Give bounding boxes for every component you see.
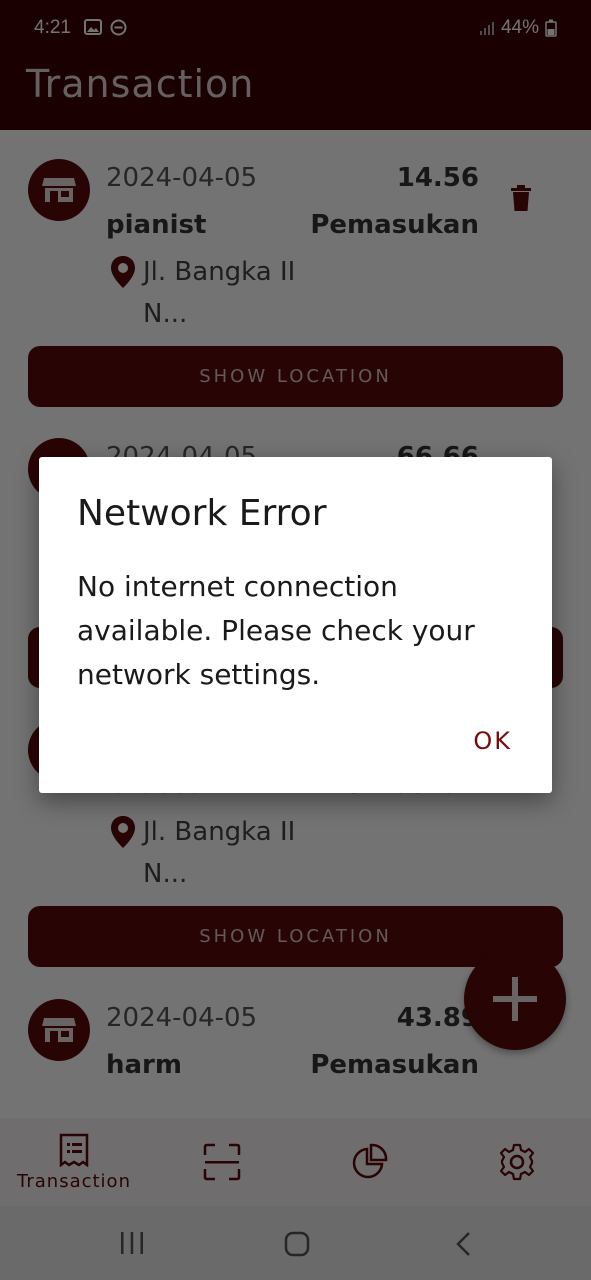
nav-item-label: Transaction [17, 1170, 131, 1192]
transaction-location: Jl. Bangka II N... [143, 817, 296, 889]
dialog-message: No internet connection available. Please… [77, 570, 475, 691]
nav-item-report[interactable] [333, 1118, 405, 1206]
pie-chart-icon [352, 1143, 388, 1179]
nav-item-scan[interactable] [186, 1118, 258, 1206]
nav-item-settings[interactable] [481, 1118, 553, 1206]
bottom-navigation: Transaction [0, 1118, 591, 1206]
nav-item-transaction[interactable]: Transaction [10, 1118, 138, 1206]
do-not-disturb-icon [110, 19, 127, 36]
page-title: Transaction [26, 62, 255, 106]
location-pin-icon [111, 256, 135, 288]
home-icon[interactable] [284, 1231, 310, 1257]
status-bar: 4:21 44% [0, 0, 591, 56]
status-time: 4:21 [34, 17, 71, 38]
location-pin-icon [111, 816, 135, 848]
battery-icon [545, 19, 557, 37]
signal-icon [479, 22, 494, 35]
battery-percentage: 44% [500, 17, 539, 38]
transaction-date: 2024-04-05 [106, 163, 258, 193]
ok-button[interactable]: OK [473, 727, 512, 755]
app-bar: Transaction [0, 56, 591, 130]
transaction-location: Jl. Bangka II N... [143, 257, 296, 329]
network-error-dialog: Network Error No internet connection ava… [39, 457, 552, 793]
image-notification-icon [84, 19, 102, 35]
transaction-date: 2024-04-05 [106, 1003, 258, 1033]
store-icon [28, 999, 90, 1061]
transaction-name: pianist [106, 210, 207, 240]
dialog-title: Network Error [77, 493, 327, 534]
store-icon [28, 159, 90, 221]
show-location-button[interactable]: SHOW LOCATION [28, 346, 563, 407]
plus-icon [493, 977, 537, 1021]
receipt-icon [59, 1133, 89, 1167]
transaction-type: Pemasukan [310, 210, 479, 240]
add-transaction-button[interactable] [464, 948, 566, 1050]
scan-icon [203, 1143, 241, 1181]
system-navigation-bar [0, 1206, 591, 1280]
back-icon[interactable] [455, 1231, 471, 1257]
settings-icon [499, 1143, 535, 1181]
transaction-type: Pemasukan [310, 1050, 479, 1080]
recent-apps-icon[interactable] [119, 1232, 145, 1254]
transaction-name: harm [106, 1050, 182, 1080]
delete-icon[interactable] [510, 185, 532, 211]
transaction-amount: 14.56 [396, 163, 479, 193]
